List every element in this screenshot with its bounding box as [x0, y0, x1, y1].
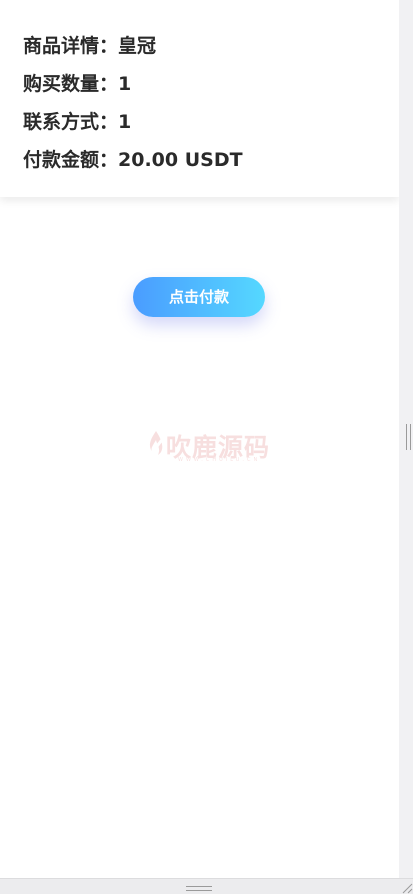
quantity-row: 购买数量：1 — [23, 68, 399, 106]
product-detail-label: 商品详情： — [23, 35, 119, 57]
product-detail-row: 商品详情：皇冠 — [23, 30, 399, 68]
viewport: 商品详情：皇冠 购买数量：1 联系方式：1 付款金额：20.00 USDT 点击… — [0, 0, 413, 894]
order-details-card: 商品详情：皇冠 购买数量：1 联系方式：1 付款金额：20.00 USDT — [0, 0, 399, 197]
resize-grip-icon[interactable] — [401, 880, 413, 894]
pay-button[interactable]: 点击付款 — [133, 277, 265, 317]
horizontal-scrollbar-grip-icon[interactable] — [186, 886, 212, 891]
watermark-flame-icon — [149, 431, 165, 457]
quantity-label: 购买数量： — [23, 73, 119, 95]
vertical-scrollbar-grip-icon[interactable] — [406, 424, 411, 450]
quantity-value: 1 — [118, 73, 132, 95]
vertical-scrollbar[interactable] — [399, 0, 413, 878]
contact-row: 联系方式：1 — [23, 106, 399, 144]
payment-page: 商品详情：皇冠 购买数量：1 联系方式：1 付款金额：20.00 USDT 点击… — [0, 0, 399, 878]
amount-value: 20.00 USDT — [118, 149, 243, 171]
watermark-logo: 吹鹿源码 WWW.CHUILU.CN — [146, 428, 269, 464]
watermark-subtext: WWW.CHUILU.CN — [178, 457, 261, 463]
amount-row: 付款金额：20.00 USDT — [23, 144, 399, 182]
amount-label: 付款金额： — [23, 149, 119, 171]
product-detail-value: 皇冠 — [118, 35, 157, 57]
horizontal-scrollbar[interactable] — [0, 878, 413, 894]
contact-label: 联系方式： — [23, 111, 119, 133]
contact-value: 1 — [118, 111, 132, 133]
